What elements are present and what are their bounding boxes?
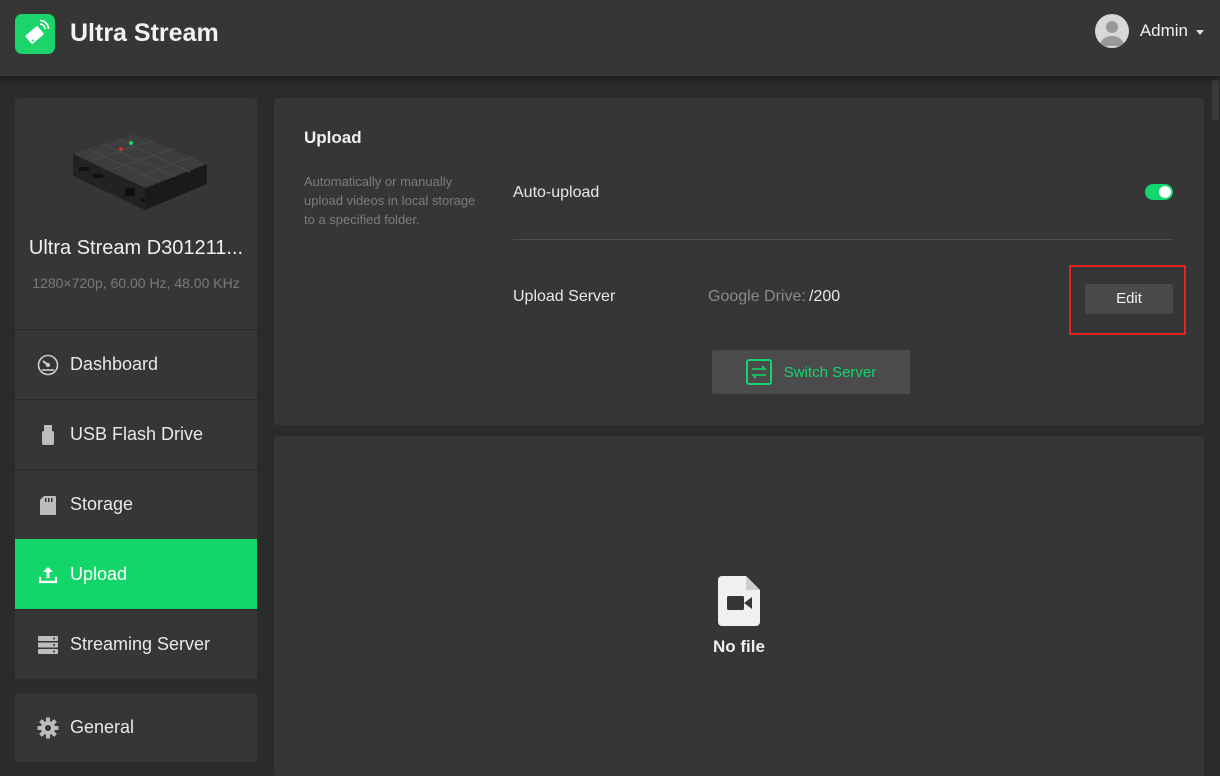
upload-server-provider: Google Drive:: [708, 288, 806, 305]
sidebar-item-label: General: [70, 717, 135, 737]
app-title: Ultra Stream: [70, 19, 219, 47]
empty-state-label: No file: [713, 637, 765, 656]
gear-icon: [37, 717, 59, 739]
chevron-down-icon[interactable]: [1196, 29, 1204, 35]
sidebar-item-label: Streaming Server: [70, 634, 211, 654]
upload-server-label: Upload Server: [513, 288, 616, 305]
server-icon: [37, 634, 59, 656]
user-avatar-icon[interactable]: [1094, 14, 1129, 48]
sidebar-nav-secondary: General: [15, 693, 257, 763]
sidebar-item-upload[interactable]: Upload: [15, 539, 257, 609]
scrollbar[interactable]: [1211, 80, 1220, 771]
switch-arrows-icon: [745, 359, 772, 385]
device-card: Ultra Stream D301211... 1280×720p, 60.00…: [15, 98, 257, 329]
toggle-knob: [1159, 186, 1171, 198]
switch-server-label: Switch Server: [783, 363, 877, 381]
auto-upload-toggle[interactable]: [1145, 184, 1173, 200]
sidebar-item-label: USB Flash Drive: [70, 424, 204, 444]
sidebar-item-label: Storage: [70, 494, 134, 514]
sidebar-item-label: Dashboard: [70, 354, 159, 374]
sd-card-icon: [37, 494, 59, 516]
device-name: Ultra Stream D301211...: [28, 237, 244, 259]
sidebar-item-usb-flash-drive[interactable]: USB Flash Drive: [15, 399, 257, 469]
sidebar-item-dashboard[interactable]: Dashboard: [15, 329, 257, 399]
device-image: [73, 134, 207, 210]
auto-upload-label: Auto-upload: [513, 184, 600, 201]
sidebar-nav: Dashboard USB Flash Drive Storage Upload…: [15, 329, 257, 679]
panel-title: Upload: [304, 128, 362, 147]
upload-icon: [37, 564, 59, 586]
divider: [513, 239, 1173, 240]
user-name[interactable]: Admin: [1140, 21, 1188, 41]
edit-button[interactable]: Edit: [1085, 284, 1173, 314]
sidebar-item-general[interactable]: General: [15, 693, 257, 763]
sidebar-item-label: Upload: [70, 564, 128, 584]
stream-device-icon[interactable]: [15, 14, 55, 54]
upload-server-path: /200: [809, 288, 841, 305]
user-menu[interactable]: Admin: [1094, 14, 1204, 48]
gauge-icon: [37, 354, 59, 376]
sidebar-item-storage[interactable]: Storage: [15, 469, 257, 539]
scrollbar-thumb[interactable]: [1212, 80, 1219, 120]
usb-drive-icon: [37, 424, 59, 446]
upload-settings-panel: Upload Automatically or manually upload …: [274, 98, 1204, 425]
files-panel: No file: [274, 436, 1204, 776]
panel-description: Automatically or manually upload videos …: [304, 174, 476, 227]
switch-server-button[interactable]: Switch Server: [712, 350, 910, 394]
video-file-icon: [718, 576, 760, 626]
sidebar-item-streaming-server[interactable]: Streaming Server: [15, 609, 257, 679]
top-bar: Ultra Stream Admin: [0, 0, 1220, 76]
device-spec: 1280×720p, 60.00 Hz, 48.00 KHz: [32, 275, 240, 291]
